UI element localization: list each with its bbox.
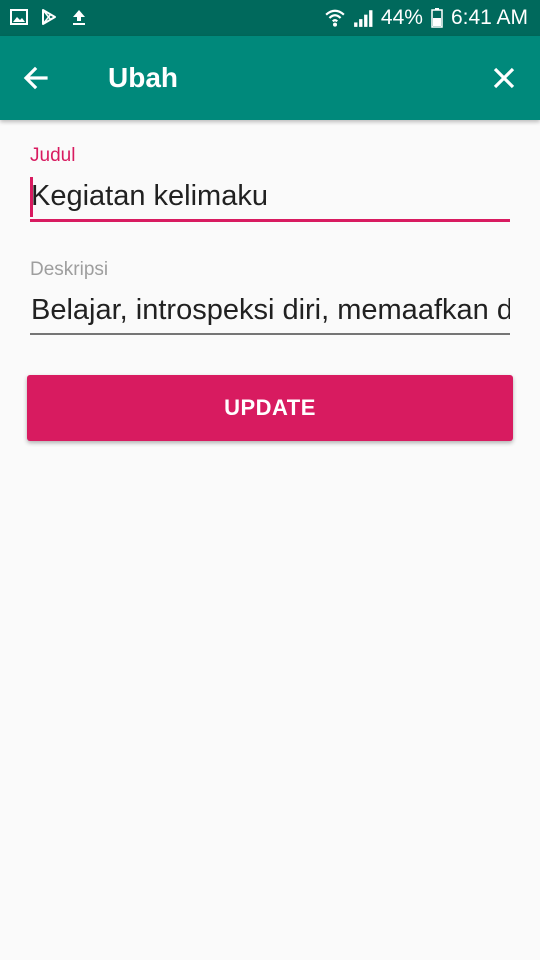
- clock: 6:41 AM: [450, 6, 528, 29]
- status-bar-notifications: [10, 8, 88, 26]
- app-bar: Ubah: [0, 36, 540, 120]
- image-icon: [10, 9, 28, 25]
- text-cursor: [30, 177, 33, 217]
- play-store-icon: [42, 9, 56, 25]
- status-bar-system: 44% 6:41 AM: [325, 5, 528, 31]
- description-field-label: Deskripsi: [30, 259, 109, 280]
- page-title: Ubah: [108, 62, 178, 93]
- upload-icon: [73, 10, 85, 25]
- close-icon[interactable]: [486, 60, 522, 96]
- description-field: Deskripsi Belajar, introspeksi diri, mem…: [30, 259, 510, 335]
- description-input[interactable]: Belajar, introspeksi diri, memaafkan d: [30, 289, 510, 335]
- arrow-back-icon[interactable]: [18, 60, 54, 96]
- update-button[interactable]: UPDATE: [27, 375, 513, 441]
- title-input-value: Kegiatan kelimaku: [31, 180, 268, 212]
- signal-icon: [354, 10, 373, 27]
- title-input[interactable]: Kegiatan kelimaku: [30, 175, 510, 222]
- battery-icon: [431, 8, 443, 28]
- title-field: Judul Kegiatan kelimaku: [30, 145, 510, 222]
- wifi-icon: [325, 9, 345, 27]
- battery-percent: 44%: [380, 6, 423, 29]
- title-field-label: Judul: [30, 145, 76, 166]
- description-input-value: Belajar, introspeksi diri, memaafkan d: [31, 294, 510, 326]
- status-bar: 44% 6:41 AM: [0, 0, 540, 36]
